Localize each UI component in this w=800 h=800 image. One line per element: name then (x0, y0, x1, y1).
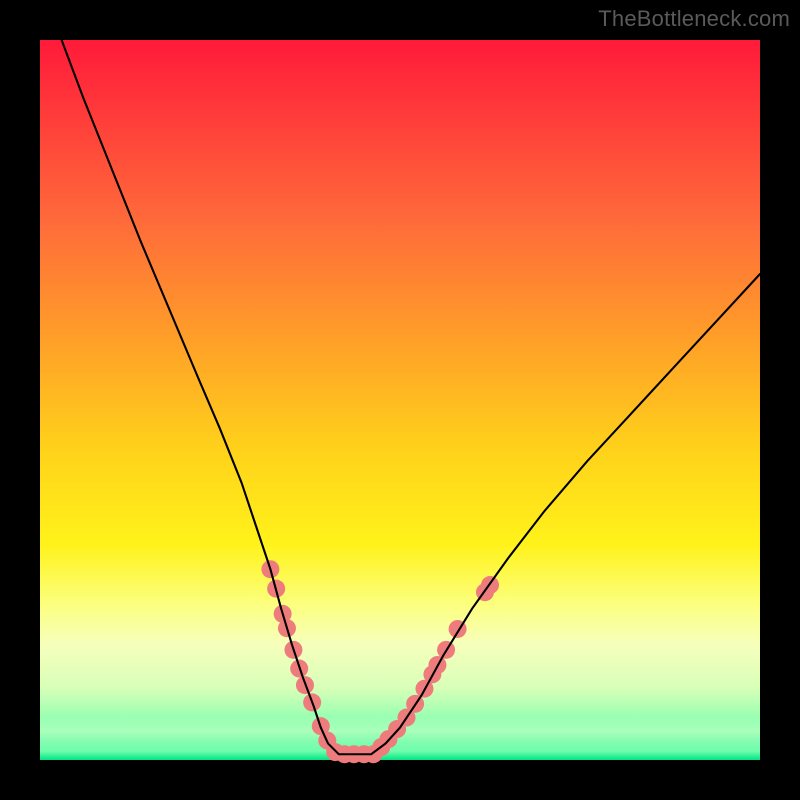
curve-line (62, 40, 760, 754)
frame: TheBottleneck.com (0, 0, 800, 800)
chart-svg (40, 40, 760, 760)
watermark-text: TheBottleneck.com (598, 6, 790, 32)
